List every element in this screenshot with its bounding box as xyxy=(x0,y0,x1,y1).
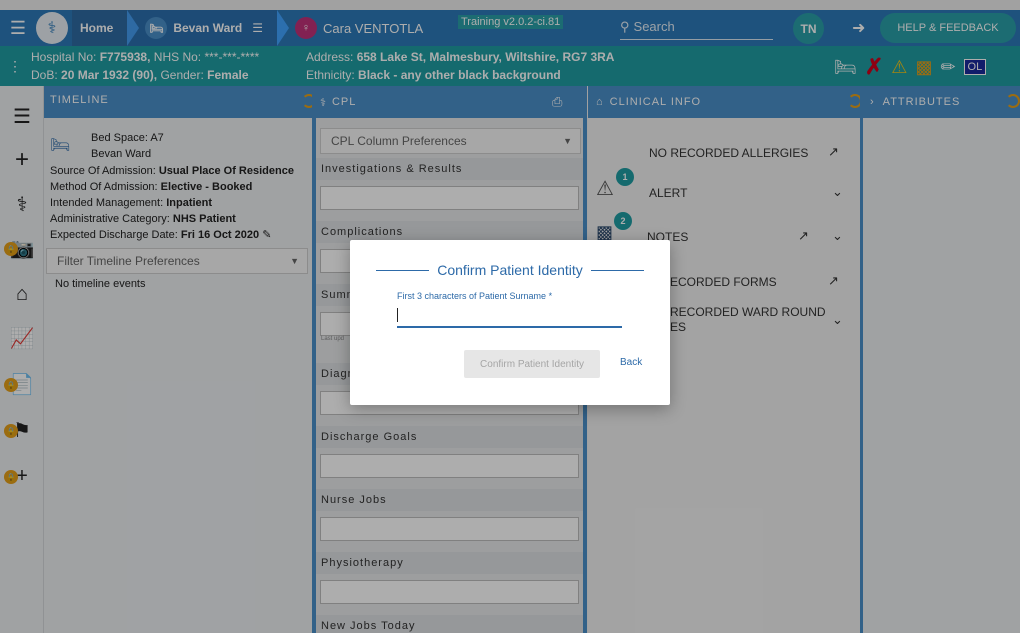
back-button[interactable]: Back xyxy=(620,357,642,368)
confirm-identity-button[interactable]: Confirm Patient Identity xyxy=(464,350,600,378)
dialog-title: Confirm Patient Identity xyxy=(368,262,652,278)
surname-input-label: First 3 characters of Patient Surname * xyxy=(397,291,553,301)
text-caret xyxy=(397,308,398,322)
surname-input[interactable] xyxy=(397,306,622,328)
confirm-identity-dialog: Confirm Patient Identity First 3 charact… xyxy=(350,240,670,405)
